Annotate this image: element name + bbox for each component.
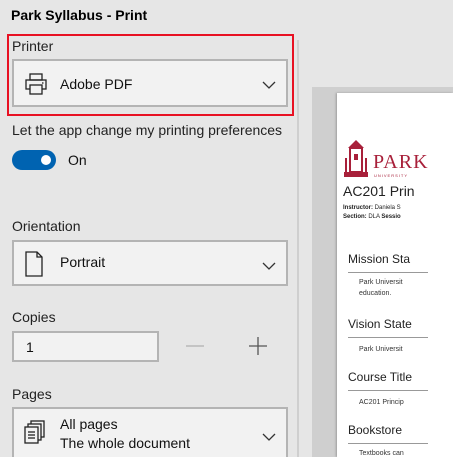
portrait-page-icon <box>24 251 44 282</box>
toggle-knob <box>41 155 51 165</box>
preview-page: PARK UNIVERSITY AC201 Prin Instructor: D… <box>337 93 453 457</box>
copies-label: Copies <box>12 309 56 325</box>
orientation-label: Orientation <box>12 218 81 234</box>
chevron-down-icon <box>262 77 276 95</box>
toggle-state-text: On <box>68 152 87 168</box>
printer-dropdown[interactable]: Adobe PDF <box>12 59 288 107</box>
preview-text: education. <box>359 290 392 297</box>
logo-subtext: UNIVERSITY <box>374 173 409 178</box>
pages-description: The whole document <box>60 435 190 451</box>
preferences-label: Let the app change my printing preferenc… <box>12 122 283 138</box>
preview-heading: Bookstore <box>348 423 403 437</box>
increment-button[interactable] <box>246 334 270 358</box>
orientation-value: Portrait <box>60 254 106 270</box>
preview-text: Park Universit <box>359 346 403 353</box>
preview-divider <box>348 390 428 391</box>
preview-instructor: Instructor: Daniela S <box>343 205 401 211</box>
printer-label: Printer <box>12 38 54 54</box>
preview-divider <box>348 337 428 338</box>
dialog-title: Park Syllabus - Print <box>11 7 148 23</box>
preview-heading: Course Title <box>348 370 413 384</box>
printer-value: Adobe PDF <box>60 76 133 92</box>
preview-heading: Mission Sta <box>348 252 411 266</box>
park-university-logo <box>344 140 368 177</box>
printer-icon <box>24 72 48 101</box>
preview-heading: Vision State <box>348 317 412 331</box>
pages-stack-icon <box>24 420 46 449</box>
decrement-button[interactable] <box>183 334 207 358</box>
chevron-down-icon <box>262 258 276 276</box>
orientation-dropdown[interactable]: Portrait <box>12 240 288 286</box>
preview-section: Section: DLA Sessio <box>343 214 401 220</box>
pages-value: All pages <box>60 416 118 432</box>
preview-course-title: AC201 Prin <box>343 183 415 199</box>
copies-input[interactable]: 1 <box>12 331 159 362</box>
chevron-down-icon <box>262 429 276 447</box>
preview-divider <box>348 443 428 444</box>
preferences-toggle[interactable] <box>12 150 56 170</box>
preview-text: AC201 Princip <box>359 399 404 406</box>
preview-text: Textbooks can <box>359 450 404 457</box>
pages-dropdown[interactable]: All pages The whole document <box>12 407 288 457</box>
pages-label: Pages <box>12 386 52 402</box>
preview-text: Park Universit <box>359 279 403 286</box>
logo-text: PARK <box>373 151 429 173</box>
preview-divider <box>348 272 428 273</box>
scrollbar-track[interactable] <box>297 40 299 457</box>
print-settings-panel: Park Syllabus - Print Printer Adobe PDF … <box>0 0 298 457</box>
